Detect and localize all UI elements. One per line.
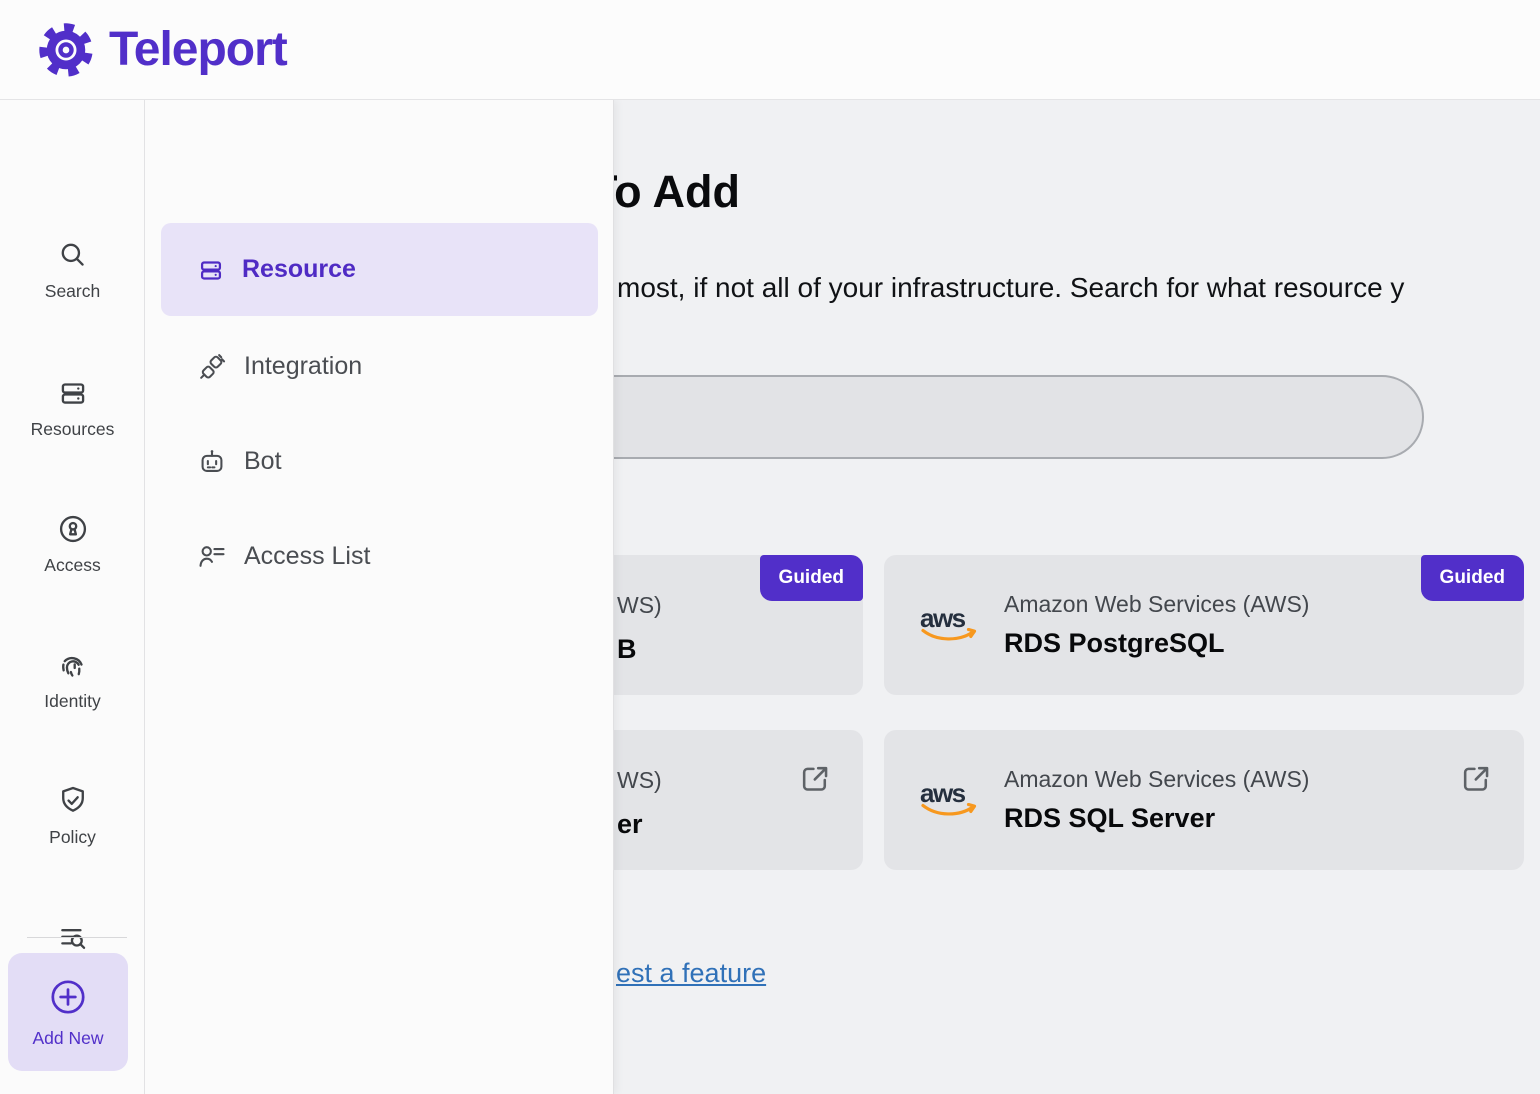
guided-badge: Guided (760, 555, 863, 601)
flyout-item-bot[interactable]: Bot (161, 415, 598, 508)
sidebar-item-label: Search (45, 281, 100, 302)
flyout-item-label: Access List (244, 542, 370, 571)
flyout-item-access-list[interactable]: Access List (161, 510, 598, 603)
external-link-icon (1459, 762, 1493, 796)
sidebar-item-search[interactable]: Search (0, 238, 145, 302)
intro-text: most, if not all of your infrastructure.… (617, 272, 1404, 304)
fingerprint-icon (56, 648, 90, 682)
resource-card-partial[interactable]: WS) B Guided (614, 555, 863, 695)
sidebar-item-label: Policy (49, 827, 96, 848)
card-subtitle-fragment: WS) (617, 592, 662, 619)
external-link-icon (798, 762, 832, 796)
flyout-item-label: Integration (244, 352, 362, 381)
sidebar-item-policy[interactable]: Policy (0, 784, 145, 848)
flyout-item-label: Resource (242, 255, 356, 284)
card-subtitle-fragment: WS) (617, 767, 662, 794)
sidebar-item-access[interactable]: Access (0, 512, 145, 576)
sidebar-item-label: Resources (31, 419, 115, 440)
card-title: RDS SQL Server (1004, 803, 1309, 834)
servers-icon (196, 255, 226, 285)
plug-icon (196, 351, 228, 383)
sidebar-divider (27, 937, 127, 938)
sidebar: Search Resources Access Identity (0, 100, 145, 1094)
card-title-fragment: B (617, 634, 637, 665)
add-new-label: Add New (32, 1028, 103, 1049)
resource-card-rds-postgresql[interactable]: aws Amazon Web Services (AWS) RDS Postgr… (884, 555, 1524, 695)
plus-circle-icon (46, 975, 90, 1019)
card-title: RDS PostgreSQL (1004, 628, 1309, 659)
resource-card-partial[interactable]: WS) er (614, 730, 863, 870)
keyhole-lock-icon (56, 512, 90, 546)
resource-card-rds-sql-server[interactable]: aws Amazon Web Services (AWS) RDS SQL Se… (884, 730, 1524, 870)
sidebar-item-identity[interactable]: Identity (0, 648, 145, 712)
search-icon (56, 238, 90, 272)
topbar: Teleport (0, 0, 1540, 100)
flyout-item-integration[interactable]: Integration (161, 320, 598, 413)
aws-logo: aws (920, 780, 977, 818)
user-list-icon (196, 541, 228, 573)
sidebar-item-resources[interactable]: Resources (0, 376, 145, 440)
brand-logo[interactable]: Teleport (38, 22, 287, 78)
card-subtitle: Amazon Web Services (AWS) (1004, 766, 1309, 793)
add-new-flyout: Add New Resource Integration Bot (145, 100, 614, 1094)
flyout-item-resource[interactable]: Resource (161, 223, 598, 316)
sidebar-item-label: Access (44, 555, 100, 576)
main-content: To Add most, if not all of your infrastr… (614, 100, 1540, 1094)
flyout-item-label: Bot (244, 447, 282, 476)
card-title-fragment: er (617, 809, 643, 840)
aws-logo: aws (920, 605, 977, 643)
page-title: To Add (614, 166, 740, 218)
servers-icon (56, 376, 90, 410)
request-feature-link[interactable]: est a feature (616, 958, 766, 989)
brand-name: Teleport (109, 22, 287, 77)
guided-badge: Guided (1421, 555, 1524, 601)
sidebar-add-new-button[interactable]: Add New (8, 953, 128, 1071)
sidebar-item-label: Identity (44, 691, 100, 712)
shield-check-icon (56, 784, 90, 818)
card-subtitle: Amazon Web Services (AWS) (1004, 591, 1309, 618)
robot-icon (196, 446, 228, 478)
teleport-gear-icon (38, 22, 94, 78)
resource-search-input[interactable] (614, 375, 1424, 459)
